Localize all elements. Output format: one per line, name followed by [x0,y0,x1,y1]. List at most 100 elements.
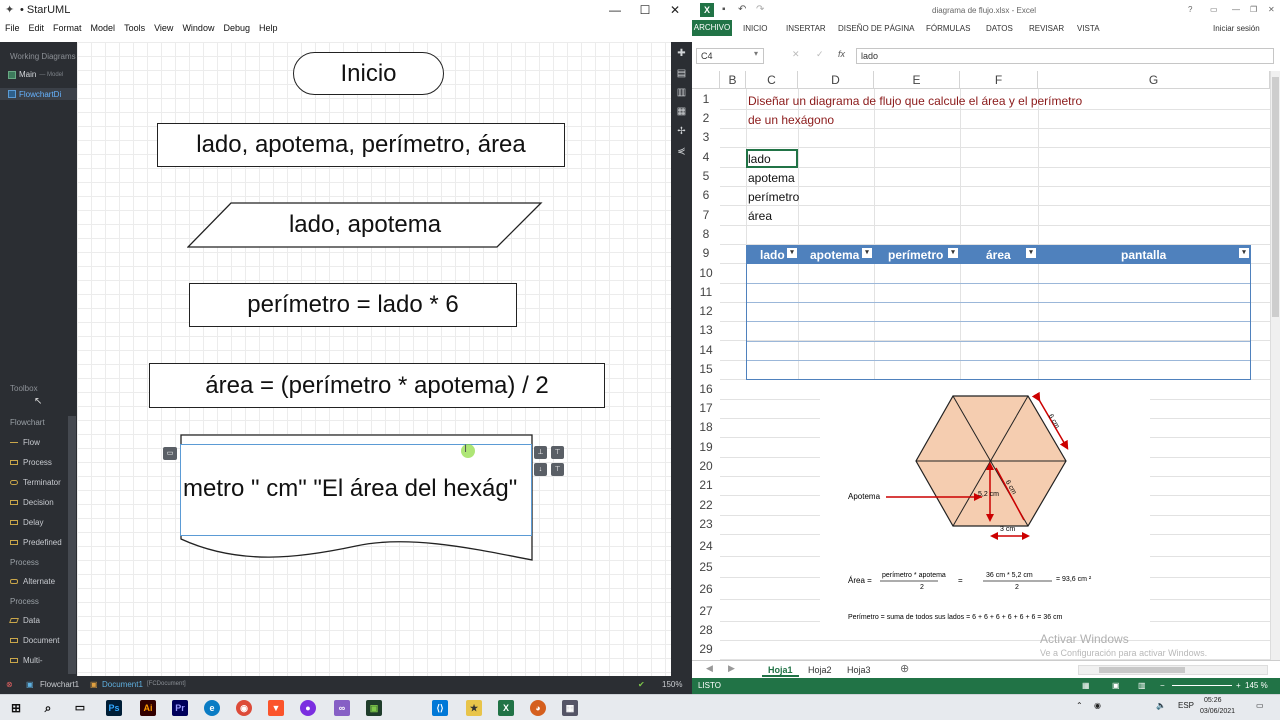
process-variables[interactable]: lado, apotema, perímetro, área [157,123,565,167]
tab-insertar[interactable]: INSERTAR [786,24,826,33]
process-area[interactable]: área = (perímetro * apotema) / 2 [149,363,605,408]
menu-tools[interactable]: Tools [124,20,145,36]
diagram-canvas[interactable]: Inicio lado, apotema, perímetro, área la… [77,42,671,676]
menu-model[interactable]: Model [91,20,116,36]
row-header[interactable]: 10 [692,266,720,280]
col-header-d[interactable]: D [798,71,874,89]
navigator-icon[interactable]: ✢ [676,126,687,137]
quick-add-down-icon[interactable]: ⊥ [534,446,547,459]
quick-add-decision-icon[interactable]: ⊤ [551,446,564,459]
table-header-apotema[interactable]: apotema [810,248,859,262]
tool-terminator[interactable]: Terminator [10,478,61,487]
cell-c7[interactable]: área [748,209,772,223]
tab-revisar[interactable]: REVISAR [1029,24,1064,33]
page-break-icon[interactable]: ▥ [1138,681,1146,690]
editors-icon[interactable]: ▥ [676,87,687,98]
tool-decision[interactable]: Decision [10,498,54,507]
excel-taskbar-icon[interactable]: X [498,700,514,716]
table-header-pantalla[interactable]: pantalla [1121,248,1166,262]
excel-vertical-scrollbar[interactable] [1270,71,1280,661]
tool-flow[interactable]: Flow [10,438,40,447]
cell-title-line1[interactable]: Diseñar un diagrama de flujo que calcule… [748,94,1082,108]
ribbon-options-icon[interactable]: ▭ [1210,5,1218,14]
tool-multi[interactable]: Multi- [10,656,43,665]
zoom-out-icon[interactable]: − [1160,681,1165,690]
document-text-editor[interactable]: metro " cm" "El área del hexág" [180,444,532,536]
row-header[interactable]: 11 [692,285,720,299]
row-header[interactable]: 8 [692,227,720,241]
row-header[interactable]: 26 [692,582,720,596]
normal-view-icon[interactable]: ▦ [1082,681,1090,690]
close-button[interactable]: ✕ [660,0,690,20]
quick-add-flow-icon[interactable]: ↓ [534,463,547,476]
row-header[interactable]: 1 [692,92,720,106]
filter-dropdown-icon[interactable]: ▾ [948,248,958,258]
row-header[interactable]: 29 [692,642,720,656]
undo-icon[interactable]: ↶ [738,4,746,15]
menu-debug[interactable]: Debug [223,20,250,36]
tool-alternate[interactable]: Alternate [10,577,55,586]
row-header[interactable]: 15 [692,362,720,376]
extensions-icon[interactable]: ✚ [676,48,687,59]
notifications-icon[interactable]: ▭ [1256,701,1264,710]
pointer-tool-icon[interactable]: ↖ [34,396,42,407]
tool-process[interactable]: Process [10,458,52,467]
edge-icon[interactable]: e [204,700,220,716]
tool-predefined[interactable]: Predefined [10,538,62,547]
filter-dropdown-icon[interactable]: ▾ [787,248,797,258]
name-box-dropdown-icon[interactable]: ▾ [754,49,758,58]
volume-icon[interactable]: 🔈 [1156,701,1166,710]
row-header[interactable]: 14 [692,343,720,357]
calculator-icon[interactable]: ▦ [562,700,578,716]
insert-function-icon[interactable]: fx [838,49,845,59]
table-header-lado[interactable]: lado [760,248,785,262]
zoom-level[interactable]: 150% [662,680,682,689]
model-explorer-icon[interactable]: ▤ [676,68,687,79]
sign-in-link[interactable]: Iniciar sesión [1213,24,1260,33]
zoom-in-icon[interactable]: + [1236,681,1241,690]
row-header[interactable]: 18 [692,420,720,434]
menu-edit[interactable]: Edit [29,20,45,36]
row-header[interactable]: 7 [692,208,720,222]
staruml-taskbar-icon[interactable]: ★ [466,700,482,716]
breadcrumb-flowchart[interactable]: Flowchart1 [40,680,79,689]
row-header[interactable]: 25 [692,560,720,574]
col-header-e[interactable]: E [874,71,960,89]
search-icon[interactable]: ⌕ [40,700,56,716]
row-header[interactable]: 22 [692,498,720,512]
tool-delay[interactable]: Delay [10,518,43,527]
row-header[interactable]: 27 [692,604,720,618]
menu-help[interactable]: Help [259,20,278,36]
language-indicator[interactable]: ESP [1178,701,1194,710]
excel-zoom-level[interactable]: 145 % [1245,681,1268,690]
table-header-area[interactable]: área [986,248,1011,262]
formula-input[interactable]: lado [856,48,1274,64]
col-header-c[interactable]: C [746,71,798,89]
col-header-f[interactable]: F [960,71,1038,89]
menu-window[interactable]: Window [182,20,214,36]
breadcrumb-document[interactable]: Document1 [102,680,143,689]
app-icon[interactable]: ◕ [530,700,546,716]
clock-time[interactable]: 05:26 [1204,697,1222,704]
row-header[interactable]: 5 [692,169,720,183]
menu-file[interactable]: File [5,20,20,36]
media-player-icon[interactable]: ● [300,700,316,716]
next-sheet-icon[interactable]: ▶ [728,663,735,674]
scroll-thumb[interactable] [1272,77,1279,317]
illustrator-icon[interactable]: Ai [140,700,156,716]
process-perimeter[interactable]: perímetro = lado * 6 [189,283,517,327]
row-header[interactable]: 21 [692,478,720,492]
confirm-formula-icon[interactable]: ✓ [816,49,824,60]
working-diagram-main[interactable]: Main — Model [8,70,63,79]
sheet-tab-hoja2[interactable]: Hoja2 [802,663,838,677]
cell-title-line2[interactable]: de un hexágono [748,113,834,127]
menu-format[interactable]: Format [53,20,82,36]
row-header[interactable]: 3 [692,130,720,144]
tool-document[interactable]: Document [10,636,59,645]
h-scroll-thumb[interactable] [1099,667,1185,673]
tray-chevron-icon[interactable]: ⌃ [1076,701,1083,710]
prev-sheet-icon[interactable]: ◀ [706,663,713,674]
shape-edit-icon[interactable]: ▭ [163,447,177,460]
table-header-perimetro[interactable]: perímetro [888,248,943,262]
row-header[interactable]: 19 [692,440,720,454]
